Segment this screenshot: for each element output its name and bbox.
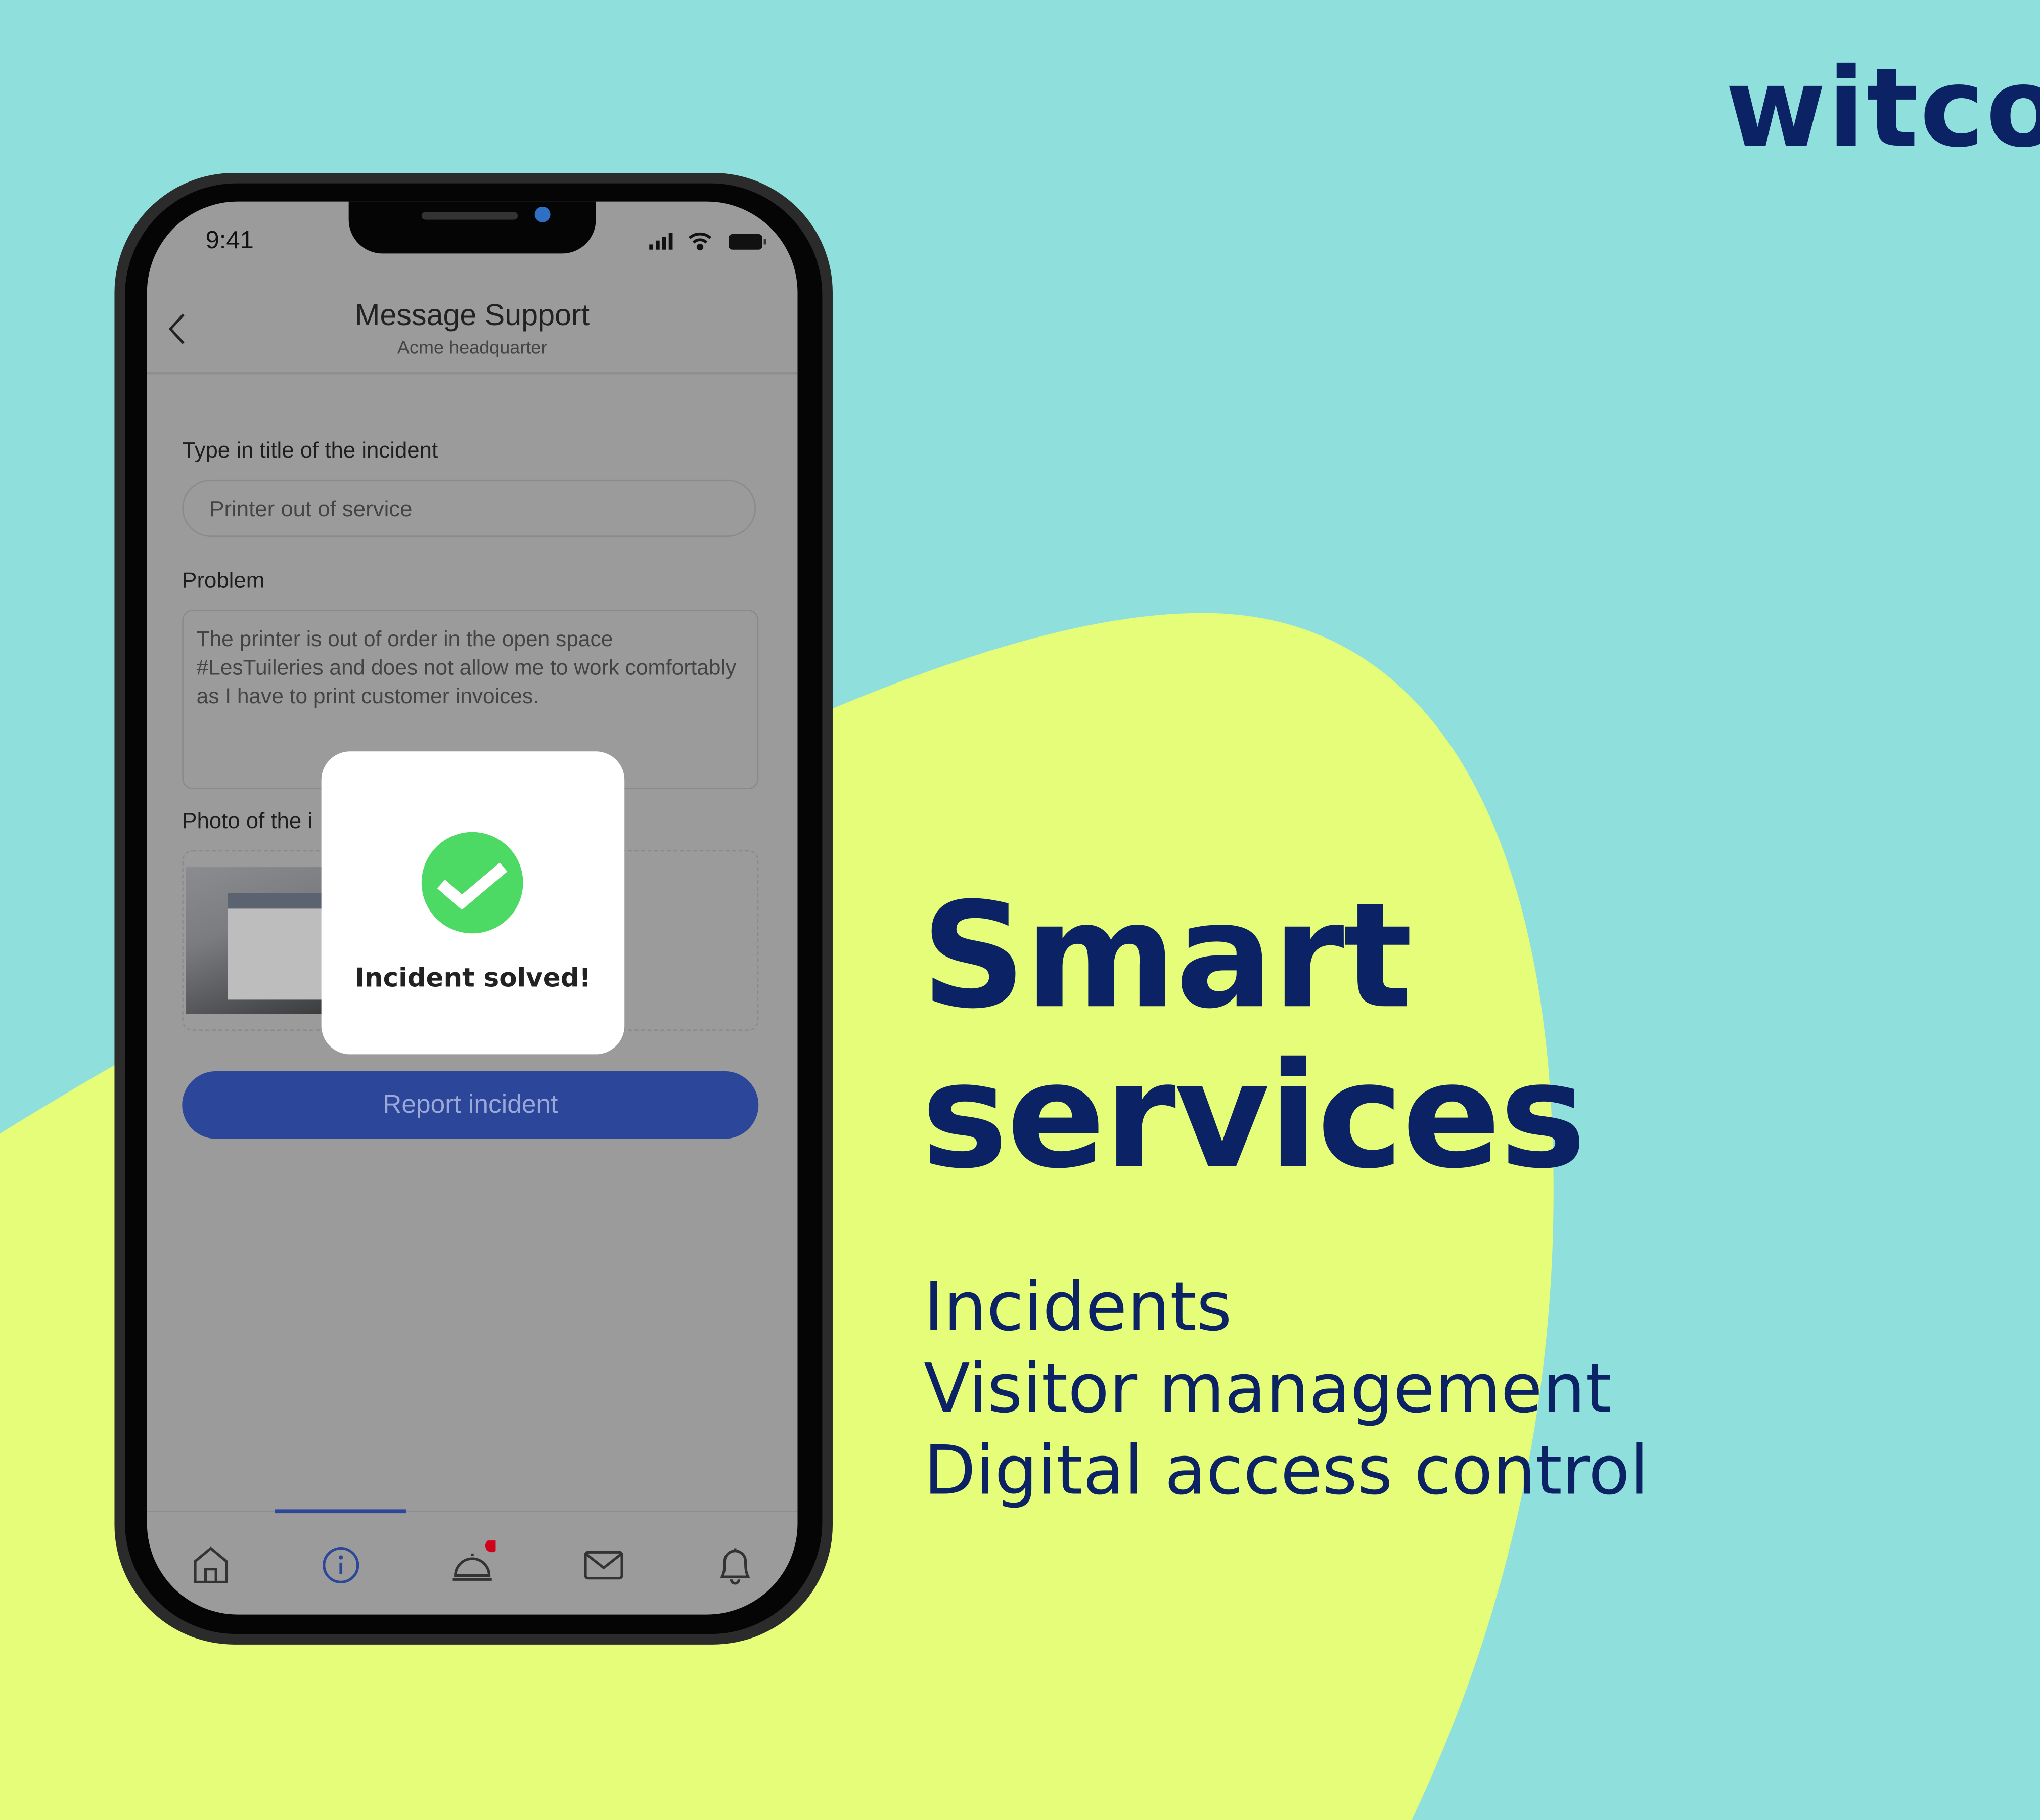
active-tab-indicator [274,1509,406,1514]
page-subtitle: Acme headquarter [397,336,548,358]
incident-title-input[interactable]: Printer out of service [182,479,756,537]
wifi-icon [689,232,711,251]
photo-label: Photo of the i [182,808,313,834]
printer-shape [228,893,330,1000]
title-label: Type in title of the incident [182,438,438,463]
info-icon[interactable] [318,1540,365,1587]
feature-incidents: Incidents [924,1268,1232,1347]
page-title: Message Support [355,297,590,332]
check-circle-icon [421,832,523,934]
home-icon[interactable] [188,1540,235,1587]
bell-icon[interactable] [712,1540,759,1587]
incident-solved-modal: Incident solved! [321,751,625,1055]
witco-logo: witco [1725,44,2040,172]
battery-icon [729,234,766,250]
signal-icon [649,233,673,250]
problem-label: Problem [182,568,265,593]
speaker [421,212,518,220]
modal-message: Incident solved! [354,962,592,993]
mail-icon[interactable] [580,1540,627,1587]
headline-line-2: services [921,1032,1586,1201]
headline-line-1: Smart [921,872,1413,1041]
stage: witco 9:41 Message Support Acme headquar… [0,0,2040,1820]
printer-photo [186,867,330,1014]
status-time: 9:41 [205,227,254,255]
camera [534,206,551,222]
feature-digital-access-control: Digital access control [924,1432,1649,1511]
notification-badge [485,1540,496,1553]
feature-visitor-management: Visitor management [924,1350,1612,1429]
report-incident-button[interactable]: Report incident [182,1071,759,1139]
header-divider [147,372,798,375]
concierge-bell-icon[interactable] [449,1540,496,1587]
notch [348,201,596,254]
status-icons [649,232,766,251]
